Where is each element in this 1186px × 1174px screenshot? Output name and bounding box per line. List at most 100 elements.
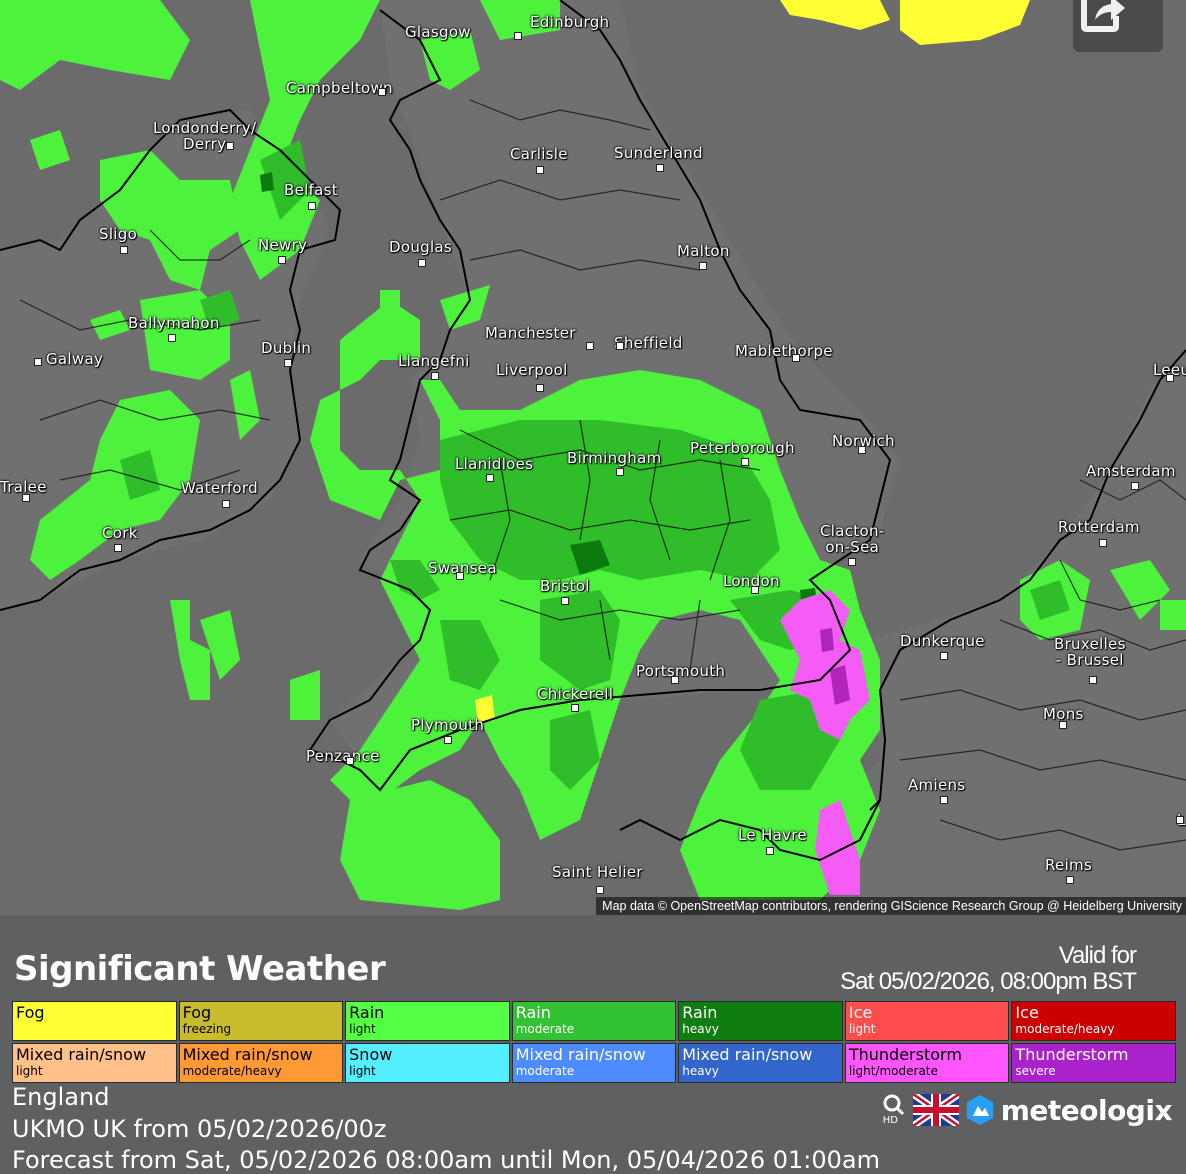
legend-swatch-label: Fog [16, 1003, 45, 1022]
valid-for: Valid for Sat 05/02/2026, 08:00pm BST [840, 942, 1137, 995]
city-marker [616, 342, 624, 350]
legend-swatch-sublabel: heavy [682, 1022, 719, 1036]
city-label: Peterborough [690, 439, 795, 457]
legend-swatch-sublabel: light [848, 1022, 876, 1036]
legend-swatch-label: Fog [182, 1003, 212, 1022]
city-label: Newry [258, 236, 308, 254]
city-marker [940, 652, 948, 660]
legend-swatch-sublabel: moderate/heavy [182, 1064, 282, 1078]
city-label: Bruxelles - Brussel [1054, 635, 1126, 669]
city-marker [226, 142, 234, 150]
city-marker [940, 796, 948, 804]
city-marker [168, 334, 176, 342]
legend-swatch-label: Mixed rain/snow [16, 1045, 147, 1064]
weather-map[interactable]: Glasgow Edinburgh Campbeltown Londonderry/D… [0, 0, 1186, 915]
city-marker [278, 256, 286, 264]
legend-swatch-label: Ice [848, 1003, 873, 1022]
legend-swatch-sublabel: light [349, 1022, 376, 1036]
legend-swatch-sublabel: severe [1015, 1064, 1056, 1078]
legend-swatch: Rain light [345, 1001, 510, 1041]
legend-swatch-label: Thunderstorm [848, 1045, 962, 1064]
city-label: Birmingham [567, 449, 662, 467]
legend-swatch: Mixed rain/snow light [12, 1043, 177, 1083]
legend-swatch: Ice light [844, 1001, 1010, 1041]
legend-swatch: Thunderstorm severe [1011, 1043, 1176, 1083]
legend-swatch-label: Ice [1015, 1003, 1039, 1022]
city-label: Sligo [99, 225, 138, 243]
legend-swatch-label: Mixed rain/snow [682, 1045, 813, 1064]
legend-swatch: Thunderstorm light/moderate [844, 1043, 1010, 1083]
city-marker [120, 246, 128, 254]
legend-swatch-sublabel: freezing [182, 1022, 232, 1036]
legend-swatch-sublabel: moderate [515, 1064, 575, 1078]
city-marker [766, 847, 774, 855]
city-label: Glasgow [405, 23, 471, 41]
city-marker [536, 166, 544, 174]
city-marker [308, 202, 316, 210]
city-label: Malton [677, 242, 730, 260]
city-label: Belfast [284, 181, 338, 199]
city-marker [671, 676, 679, 684]
legend-swatch-label: Rain [515, 1003, 551, 1022]
city-label: Edinburgh [530, 13, 610, 31]
city-marker [699, 262, 707, 270]
legend-swatch: Snow light [345, 1043, 510, 1083]
city-marker [1066, 876, 1074, 884]
legend-swatch-sublabel: light [16, 1064, 43, 1078]
city-marker [114, 544, 122, 552]
city-label: Carlisle [510, 145, 568, 163]
city-marker [741, 458, 749, 466]
city-marker [346, 757, 354, 765]
uk-flag-icon[interactable] [912, 1094, 959, 1126]
city-marker [378, 88, 386, 96]
legend-swatch: Fog [12, 1001, 177, 1041]
share-icon [1081, 0, 1125, 32]
legend-swatch: Mixed rain/snow heavy [678, 1043, 843, 1083]
legend-swatch-sublabel: light [349, 1064, 376, 1078]
city-label: Penzance [306, 747, 380, 765]
city-marker [456, 572, 464, 580]
city-marker [571, 704, 579, 712]
search-hd-icon[interactable]: HD [881, 1093, 907, 1127]
city-label: Saint Helier [552, 863, 643, 881]
city-label: Tralee [0, 478, 47, 496]
valid-for-label: Valid for [1058, 942, 1137, 969]
city-label: Plymouth [411, 716, 485, 734]
city-marker [616, 468, 624, 476]
valid-for-datetime: Sat 05/02/2026, 08:00pm BST [840, 968, 1137, 995]
city-label: Clacton-on-Sea [820, 522, 885, 556]
city-label: Reims [1045, 856, 1093, 874]
city-label: Chickerell [537, 685, 614, 703]
city-label: Mons [1043, 705, 1084, 723]
legend-swatch: Rain heavy [678, 1001, 843, 1041]
city-label: Amiens [908, 776, 966, 794]
hd-label: HD [882, 1115, 898, 1126]
city-label: Liverpool [496, 361, 568, 379]
legend-swatch-label: Mixed rain/snow [182, 1045, 313, 1064]
legend-swatch-label: Snow [349, 1045, 393, 1064]
city-marker [1089, 676, 1097, 684]
city-label: Cork [102, 524, 138, 542]
legend-swatch: Fog freezing [178, 1001, 344, 1041]
city-label: Ballymahon [128, 314, 220, 332]
city-marker [1131, 482, 1139, 490]
city-label: Dunkerque [900, 632, 985, 650]
city-marker [751, 586, 759, 594]
city-marker [222, 500, 230, 508]
legend-swatch: Mixed rain/snow moderate [511, 1043, 677, 1083]
city-marker [561, 597, 569, 605]
model-run-label: UKMO UK from 05/02/2026/00z [12, 1115, 387, 1143]
city-label: Douglas [389, 238, 453, 256]
city-label: Bristol [540, 577, 590, 595]
city-marker [848, 558, 856, 566]
meteologix-logo-icon [966, 1095, 993, 1125]
city-label: Sheffield [614, 334, 683, 352]
city-marker [536, 384, 544, 392]
share-button[interactable] [1073, 0, 1163, 52]
city-marker [418, 259, 426, 267]
city-label: Manchester [485, 324, 576, 342]
city-marker [792, 354, 800, 362]
city-marker [1166, 374, 1174, 382]
city-marker [656, 164, 664, 172]
legend-swatch-label: Thunderstorm [1015, 1045, 1129, 1064]
